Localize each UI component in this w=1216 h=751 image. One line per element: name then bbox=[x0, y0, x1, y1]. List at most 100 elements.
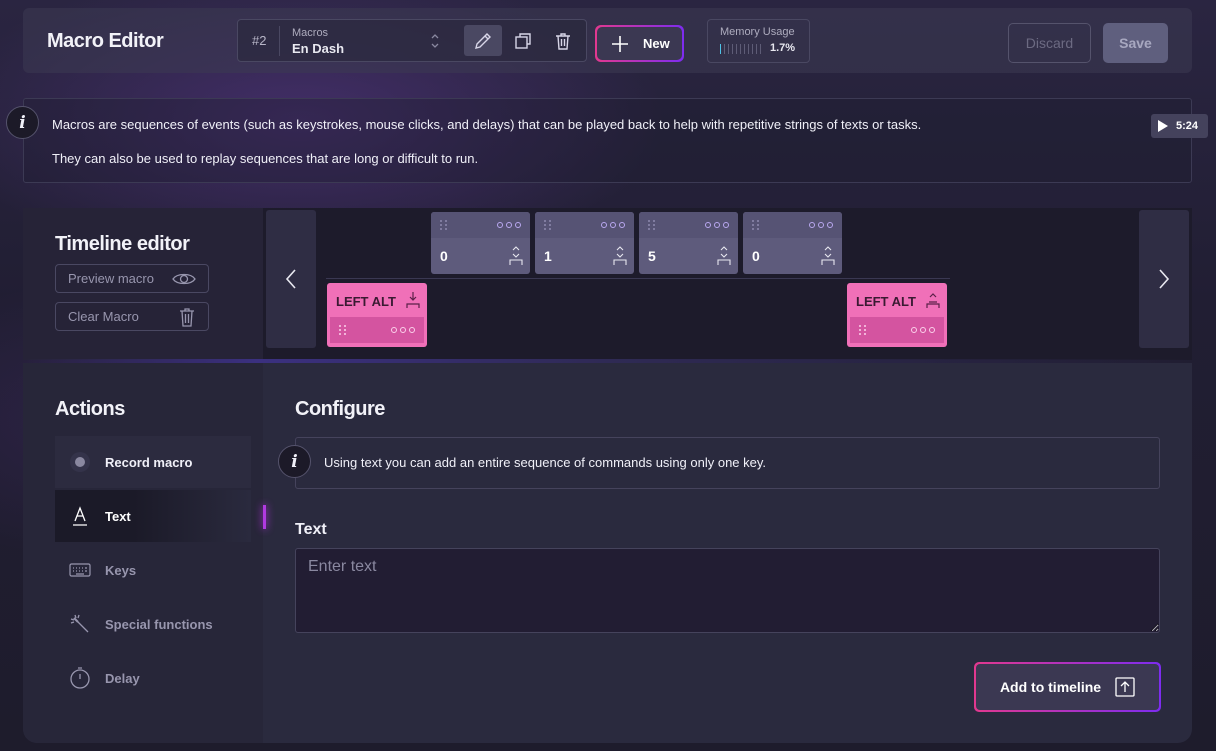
key-value: 5 bbox=[648, 248, 656, 264]
more-options-icon[interactable] bbox=[601, 222, 625, 228]
magic-wand-icon bbox=[70, 614, 89, 633]
play-icon bbox=[1158, 120, 1168, 132]
key-value: 0 bbox=[440, 248, 448, 264]
action-label: Record macro bbox=[105, 454, 193, 470]
action-label: Text bbox=[105, 508, 131, 524]
configure-title: Configure bbox=[295, 398, 385, 420]
key-press-release-icon bbox=[717, 246, 731, 265]
drag-handle-icon[interactable] bbox=[859, 325, 867, 335]
more-options-icon[interactable] bbox=[911, 327, 935, 333]
action-label: Special functions bbox=[105, 616, 213, 632]
more-options-icon[interactable] bbox=[705, 222, 729, 228]
memory-usage: Memory Usage 1.7% bbox=[707, 19, 810, 63]
info-icon: i bbox=[6, 106, 39, 139]
timeline-title: Timeline editor bbox=[55, 233, 190, 255]
save-button[interactable]: Save bbox=[1103, 23, 1168, 63]
preview-macro-label: Preview macro bbox=[68, 271, 154, 286]
key-value: 1 bbox=[544, 248, 552, 264]
more-options-icon[interactable] bbox=[497, 222, 521, 228]
drag-handle-icon[interactable] bbox=[339, 325, 347, 335]
macro-selector-label: Macros bbox=[292, 27, 329, 39]
copy-icon bbox=[515, 32, 531, 49]
actions-panel: Actions Record macro Text Keys Special f… bbox=[23, 363, 263, 743]
timeline-key-card[interactable]: 0 bbox=[743, 212, 842, 274]
record-icon bbox=[70, 452, 90, 472]
header-bar: Macro Editor #2 Macros En Dash New Memor… bbox=[23, 8, 1192, 73]
modifier-key-label: LEFT ALT bbox=[336, 294, 396, 309]
key-value: 0 bbox=[752, 248, 760, 264]
timeline-key-card[interactable]: 1 bbox=[535, 212, 634, 274]
discard-button[interactable]: Discard bbox=[1008, 23, 1091, 63]
action-label: Delay bbox=[105, 670, 140, 686]
drag-handle-icon[interactable] bbox=[648, 220, 656, 230]
timeline-next-button[interactable] bbox=[1139, 210, 1189, 348]
action-label: Keys bbox=[105, 562, 137, 578]
configure-info-text: Using text you can add an entire sequenc… bbox=[324, 455, 767, 470]
trash-icon bbox=[556, 32, 570, 50]
text-icon bbox=[73, 506, 87, 526]
preview-macro-button[interactable]: Preview macro bbox=[55, 264, 209, 293]
macro-number: #2 bbox=[252, 33, 267, 48]
rename-button[interactable] bbox=[464, 25, 502, 56]
chevron-right-icon bbox=[1159, 269, 1170, 289]
more-options-icon[interactable] bbox=[391, 327, 415, 333]
pencil-icon bbox=[475, 32, 491, 49]
page-title: Macro Editor bbox=[47, 30, 164, 52]
macro-selector[interactable]: #2 Macros En Dash bbox=[237, 19, 587, 62]
new-macro-button[interactable]: New bbox=[595, 25, 684, 62]
drag-handle-icon[interactable] bbox=[544, 220, 552, 230]
new-button-label: New bbox=[643, 36, 670, 51]
divider bbox=[279, 26, 280, 56]
timeline-prev-button[interactable] bbox=[266, 210, 316, 348]
key-press-release-icon bbox=[509, 246, 523, 265]
trash-icon bbox=[180, 307, 194, 327]
timeline-modifier-card[interactable]: LEFT ALT bbox=[327, 283, 427, 347]
actions-title: Actions bbox=[55, 398, 125, 420]
stopwatch-icon bbox=[70, 667, 90, 689]
memory-usage-bar bbox=[720, 44, 764, 54]
add-to-timeline-button[interactable]: Add to timeline bbox=[974, 662, 1161, 712]
action-record-macro[interactable]: Record macro bbox=[55, 436, 251, 488]
clear-macro-label: Clear Macro bbox=[68, 309, 139, 324]
tutorial-video-button[interactable]: 5:24 bbox=[1151, 114, 1208, 138]
clear-macro-button[interactable]: Clear Macro bbox=[55, 302, 209, 331]
timeline-editor: Timeline editor Preview macro Clear Macr… bbox=[23, 208, 1192, 360]
text-input[interactable] bbox=[295, 548, 1160, 633]
info-panel: Macros are sequences of events (such as … bbox=[23, 98, 1192, 183]
timeline-track bbox=[326, 278, 950, 279]
selected-indicator bbox=[263, 505, 266, 529]
delete-macro-button[interactable] bbox=[544, 25, 582, 56]
modifier-key-label: LEFT ALT bbox=[856, 294, 916, 309]
duplicate-button[interactable] bbox=[504, 25, 542, 56]
drag-handle-icon[interactable] bbox=[440, 220, 448, 230]
memory-usage-value: 1.7% bbox=[770, 42, 796, 54]
timeline-key-card[interactable]: 0 bbox=[431, 212, 530, 274]
drag-handle-icon[interactable] bbox=[752, 220, 760, 230]
editor-panel: Actions Record macro Text Keys Special f… bbox=[23, 363, 1192, 743]
info-text-line1: Macros are sequences of events (such as … bbox=[52, 117, 922, 132]
timeline-modifier-card[interactable]: LEFT ALT bbox=[847, 283, 947, 347]
action-text[interactable]: Text bbox=[55, 490, 251, 542]
action-special-functions[interactable]: Special functions bbox=[55, 598, 251, 650]
memory-usage-label: Memory Usage bbox=[720, 26, 795, 38]
more-options-icon[interactable] bbox=[809, 222, 833, 228]
key-press-icon bbox=[406, 292, 420, 308]
upload-icon bbox=[1115, 677, 1135, 697]
keyboard-icon bbox=[69, 563, 91, 577]
configure-info: Using text you can add an entire sequenc… bbox=[295, 437, 1160, 489]
action-delay[interactable]: Delay bbox=[55, 652, 251, 704]
timeline-controls: Timeline editor Preview macro Clear Macr… bbox=[23, 208, 263, 360]
chevron-updown-icon[interactable] bbox=[430, 32, 440, 51]
key-press-release-icon bbox=[613, 246, 627, 265]
video-duration: 5:24 bbox=[1176, 120, 1199, 132]
key-release-icon bbox=[926, 293, 940, 308]
eye-icon bbox=[172, 273, 196, 284]
key-press-release-icon bbox=[821, 246, 835, 265]
info-icon: i bbox=[278, 445, 311, 478]
action-keys[interactable]: Keys bbox=[55, 544, 251, 596]
timeline-key-card[interactable]: 5 bbox=[639, 212, 738, 274]
chevron-left-icon bbox=[285, 269, 296, 289]
macro-name: En Dash bbox=[292, 41, 345, 56]
plus-icon bbox=[612, 35, 628, 52]
text-field-label: Text bbox=[295, 521, 327, 538]
